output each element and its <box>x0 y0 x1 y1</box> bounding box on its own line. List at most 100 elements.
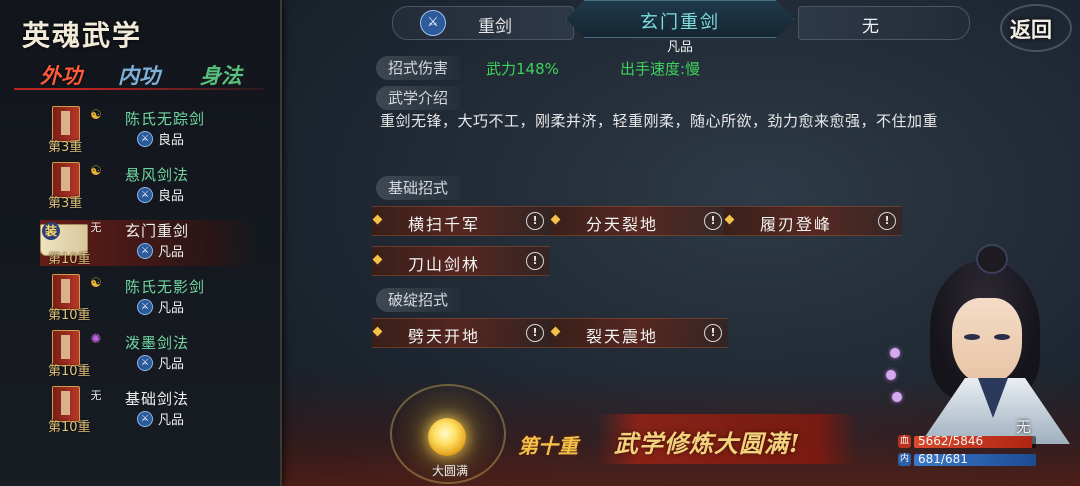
rank-icon: ⚔ <box>137 411 153 427</box>
skill-level: 第3重 <box>48 140 83 155</box>
mastery-banner: 武学修炼大圆满! <box>614 429 801 458</box>
move-name: 横扫千军 <box>408 215 481 234</box>
skill-rank: 凡品 <box>158 357 185 372</box>
info-icon[interactable]: ! <box>526 324 544 342</box>
skill-rank: 凡品 <box>158 301 185 316</box>
skill-rank: 良品 <box>158 133 185 148</box>
diamond-icon <box>372 254 383 265</box>
info-icon[interactable]: ! <box>526 212 544 230</box>
move-name: 裂天震地 <box>586 327 659 346</box>
diamond-icon <box>372 214 383 225</box>
skill-rank-label: 凡品 <box>666 40 693 55</box>
move-name: 履刃登峰 <box>760 215 833 234</box>
skill-item[interactable]: ✺ 泼墨剑法 ⚔ 凡品 第10重 <box>0 326 280 380</box>
skill-name: 泼墨剑法 <box>125 334 190 352</box>
info-icon[interactable]: ! <box>878 212 896 230</box>
move-name: 劈天开地 <box>408 327 481 346</box>
move-item[interactable]: 劈天开地 ! <box>372 318 550 348</box>
mp-icon: 内 <box>898 453 911 466</box>
sword-icon: ⚔ <box>420 10 446 36</box>
panel-title: 英魂武学 <box>22 19 143 52</box>
move-name: 分天裂地 <box>586 215 659 234</box>
tab-external[interactable]: 外功 <box>40 60 82 90</box>
move-item[interactable]: 刀山剑林 ! <box>372 246 550 276</box>
diamond-icon <box>724 214 735 225</box>
skill-item[interactable]: ☯ 悬风剑法 ⚔ 良品 第3重 <box>0 158 280 212</box>
move-name: 刀山剑林 <box>408 255 481 274</box>
mp-bar: 内 681/681 <box>898 452 1038 468</box>
flower-icon <box>892 392 902 402</box>
diamond-icon <box>550 214 561 225</box>
sun-icon: ☯ <box>90 108 102 123</box>
diamond-icon <box>372 326 383 337</box>
sun-icon: ☯ <box>90 164 102 179</box>
rank-icon: ⚔ <box>137 187 153 203</box>
character-face <box>952 298 1022 384</box>
skill-name: 陈氏无影剑 <box>125 278 206 296</box>
skill-item[interactable]: 无 基础剑法 ⚔ 凡品 第10重 <box>0 382 280 436</box>
flower-icon <box>886 370 896 380</box>
rank-icon: ⚔ <box>137 131 153 147</box>
skill-level: 第3重 <box>48 196 83 211</box>
move-item[interactable]: 分天裂地 ! <box>550 206 728 236</box>
power-stat: 武力148% <box>486 60 559 78</box>
speed-stat: 出手速度:慢 <box>620 60 701 78</box>
skill-level: 第10重 <box>48 252 91 267</box>
skill-rank: 良品 <box>158 189 185 204</box>
skill-name: 基础剑法 <box>125 390 190 408</box>
info-icon[interactable]: ! <box>704 212 722 230</box>
skill-list-panel: 英魂武学 外功 内功 身法 ☯ 陈氏无踪剑 ⚔ 良品 第3重 ☯ 悬风剑法 ⚔ … <box>0 0 282 486</box>
none-element-icon: 无 <box>90 221 102 234</box>
basic-moves-label: 基础招式 <box>376 176 461 200</box>
skill-item[interactable]: ☯ 陈氏无踪剑 ⚔ 良品 第3重 <box>0 102 280 156</box>
move-item[interactable]: 履刃登峰 ! <box>724 206 902 236</box>
rank-icon: ⚔ <box>137 355 153 371</box>
move-item[interactable]: 裂天震地 ! <box>550 318 728 348</box>
hp-icon: 血 <box>898 435 911 448</box>
weapon-type: 重剑 <box>478 17 512 37</box>
skill-name: 陈氏无踪剑 <box>125 110 206 128</box>
mastery-tier: 第十重 <box>518 434 578 458</box>
info-icon[interactable]: ! <box>704 324 722 342</box>
character-portrait <box>890 244 1080 444</box>
diamond-icon <box>550 326 561 337</box>
none-element-icon: 无 <box>90 389 102 402</box>
skill-element: 无 <box>862 17 879 37</box>
mp-value: 681/681 <box>918 452 968 466</box>
character-topknot <box>976 244 1008 274</box>
skill-item[interactable]: ☯ 陈氏无影剑 ⚔ 凡品 第10重 <box>0 270 280 324</box>
tab-internal[interactable]: 内功 <box>118 60 160 90</box>
skill-name: 悬风剑法 <box>125 166 190 184</box>
skill-name: 玄门重剑 <box>125 222 190 240</box>
mastery-orb-label: 大圆满 <box>431 464 468 478</box>
move-item[interactable]: 横扫千军 ! <box>372 206 550 236</box>
character-eye <box>994 334 1010 340</box>
damage-label: 招式伤害 <box>376 56 461 80</box>
back-button[interactable]: 返回 <box>996 10 1066 50</box>
character-eye <box>964 334 980 340</box>
hp-bar: 血 5662/5846 <box>898 434 1038 450</box>
flower-buffs <box>882 348 908 408</box>
element-plate <box>798 6 970 40</box>
skill-rank: 凡品 <box>158 413 185 428</box>
rank-icon: ⚔ <box>137 299 153 315</box>
skill-level: 第10重 <box>48 364 91 379</box>
rank-icon: ⚔ <box>137 243 153 259</box>
skill-rank: 凡品 <box>158 245 185 260</box>
vortex-icon: ✺ <box>90 332 102 347</box>
break-moves-label: 破绽招式 <box>376 288 461 312</box>
tab-movement[interactable]: 身法 <box>200 60 242 90</box>
sun-icon: ☯ <box>90 276 102 291</box>
skill-level: 第10重 <box>48 308 91 323</box>
intro-label: 武学介绍 <box>376 86 461 110</box>
skill-title: 玄门重剑 <box>640 12 720 33</box>
mastery-orb-icon[interactable] <box>428 418 466 456</box>
skill-description: 重剑无锋，大巧不工，刚柔并济，轻重刚柔，随心所欲，劲力愈来愈强，不住加重 <box>380 112 939 130</box>
equipped-badge: 装 <box>42 222 60 240</box>
skill-level: 第10重 <box>48 420 91 435</box>
hp-value: 5662/5846 <box>918 434 984 448</box>
skill-item-selected[interactable]: 装 无 玄门重剑 ⚔ 凡品 第10重 <box>0 214 280 268</box>
tab-underline <box>14 88 264 90</box>
flower-icon <box>890 348 900 358</box>
info-icon[interactable]: ! <box>526 252 544 270</box>
